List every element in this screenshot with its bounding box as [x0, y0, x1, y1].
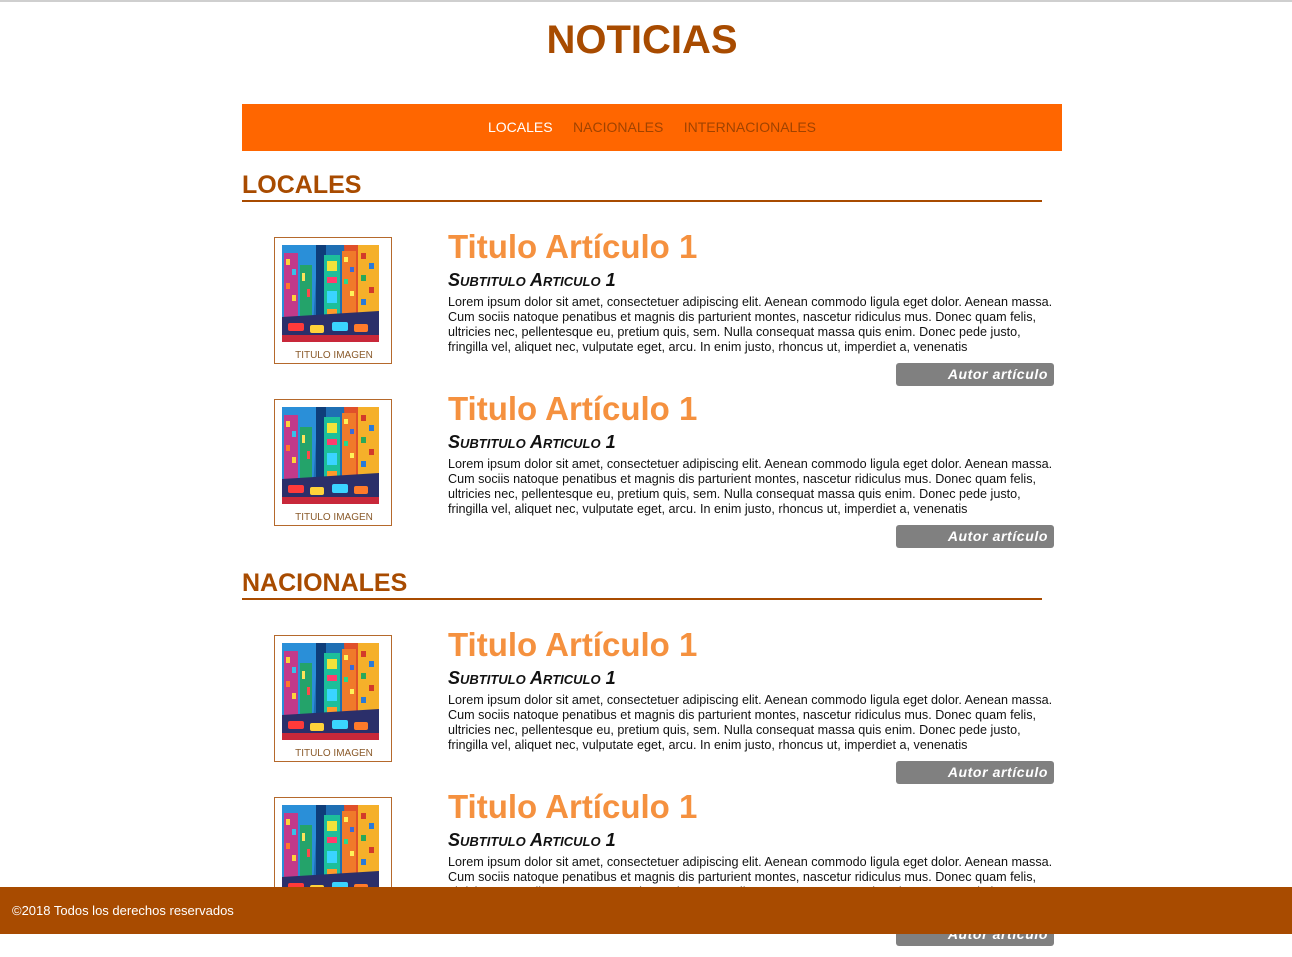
article-figure: TITULO IMAGEN — [274, 237, 392, 364]
article-subtitle: Subtitulo Articulo 1 — [448, 270, 616, 290]
article-figure: TITULO IMAGEN — [274, 635, 392, 762]
article-title[interactable]: Titulo Artículo 1 — [448, 227, 697, 267]
article-subtitle: Subtitulo Articulo 1 — [448, 830, 616, 850]
article-card: TITULO IMAGEN Titulo Artículo 1 Subtitul… — [242, 390, 1062, 559]
main-content: LOCALES TITULO IMAGEN Titulo Artículo 1 … — [0, 0, 1292, 946]
article-subtitle: Subtitulo Articulo 1 — [448, 668, 616, 688]
copyright-text: ©2018 Todos los derechos reservados — [12, 903, 234, 918]
page-footer: ©2018 Todos los derechos reservados — [0, 887, 1292, 934]
article-body: Lorem ipsum dolor sit amet, consectetuer… — [448, 457, 1053, 516]
article-image[interactable] — [282, 245, 379, 342]
article-figure: TITULO IMAGEN — [274, 399, 392, 526]
article-subtitle: Subtitulo Articulo 1 — [448, 432, 616, 452]
article-image[interactable] — [282, 643, 379, 740]
article-body: Lorem ipsum dolor sit amet, consectetuer… — [448, 295, 1053, 354]
image-caption: TITULO IMAGEN — [295, 350, 373, 361]
author-button[interactable]: Autor artículo — [896, 525, 1054, 548]
image-caption: TITULO IMAGEN — [295, 748, 373, 759]
author-button[interactable]: Autor artículo — [896, 363, 1054, 386]
article-card: TITULO IMAGEN Titulo Artículo 1 Subtitul… — [242, 626, 1062, 795]
section-heading-locales: LOCALES — [242, 170, 1042, 202]
section-heading-nacionales: NACIONALES — [242, 568, 1042, 600]
article-title[interactable]: Titulo Artículo 1 — [448, 625, 697, 665]
image-caption: TITULO IMAGEN — [295, 512, 373, 523]
article-title[interactable]: Titulo Artículo 1 — [448, 389, 697, 429]
article-title[interactable]: Titulo Artículo 1 — [448, 787, 697, 827]
article-body: Lorem ipsum dolor sit amet, consectetuer… — [448, 693, 1053, 752]
article-card: TITULO IMAGEN Titulo Artículo 1 Subtitul… — [242, 228, 1062, 397]
author-button[interactable]: Autor artículo — [896, 761, 1054, 784]
article-image[interactable] — [282, 407, 379, 504]
